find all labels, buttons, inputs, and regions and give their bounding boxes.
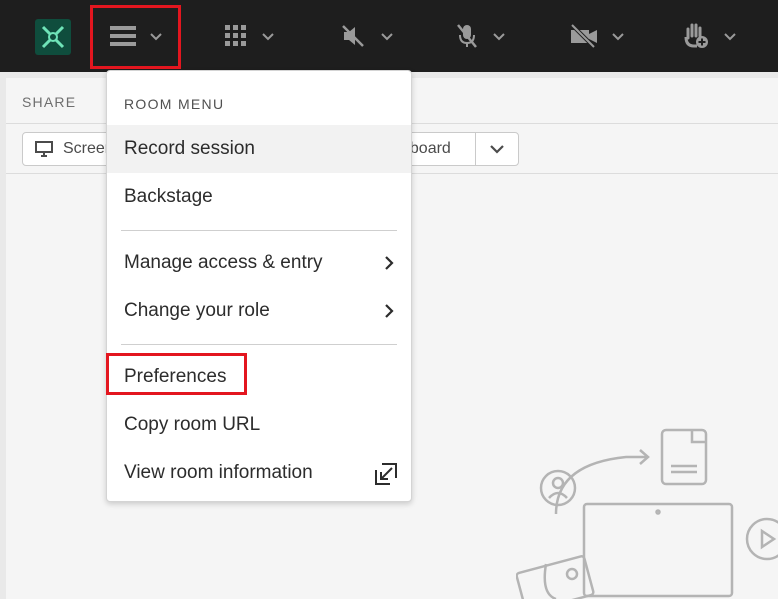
menu-item-label: Change your role bbox=[124, 300, 270, 321]
room-menu-button-highlight bbox=[90, 5, 181, 69]
raise-hand-button[interactable] bbox=[682, 13, 738, 59]
speaker-button[interactable] bbox=[341, 13, 395, 59]
mic-muted-icon bbox=[457, 24, 477, 48]
chevron-down-icon bbox=[262, 33, 274, 41]
microphone-button[interactable] bbox=[455, 13, 507, 59]
menu-item-view-room-info[interactable]: View room information bbox=[107, 449, 411, 497]
chevron-down-icon[interactable] bbox=[489, 141, 505, 157]
chevron-right-icon bbox=[385, 256, 394, 270]
menu-item-label: Record session bbox=[124, 138, 255, 159]
open-external-icon bbox=[375, 463, 397, 485]
menu-item-label: Backstage bbox=[124, 186, 213, 207]
raise-hand-icon bbox=[684, 23, 708, 48]
chevron-right-icon bbox=[385, 304, 394, 318]
menu-item-manage-access[interactable]: Manage access & entry bbox=[107, 239, 411, 287]
monitor-icon bbox=[35, 141, 53, 157]
layouts-button[interactable] bbox=[224, 13, 276, 59]
button-divider bbox=[475, 133, 476, 165]
menu-separator bbox=[121, 344, 397, 345]
menu-item-label: Copy room URL bbox=[124, 414, 261, 435]
chevron-down-icon bbox=[381, 33, 393, 41]
menu-item-change-role[interactable]: Change your role bbox=[107, 287, 411, 335]
share-illustration-icon bbox=[516, 428, 778, 599]
app-logo-icon[interactable] bbox=[35, 19, 71, 55]
chevron-down-icon bbox=[493, 33, 505, 41]
menu-item-copy-room-url[interactable]: Copy room URL bbox=[107, 401, 411, 449]
camera-off-icon bbox=[570, 24, 597, 48]
camera-button[interactable] bbox=[570, 13, 626, 59]
grid-icon bbox=[225, 25, 246, 46]
menu-item-label: Manage access & entry bbox=[124, 252, 323, 273]
menu-item-record-session[interactable]: Record session bbox=[107, 125, 411, 173]
menu-item-backstage[interactable]: Backstage bbox=[107, 173, 411, 221]
speaker-muted-icon bbox=[342, 25, 364, 47]
room-menu-dropdown: ROOM MENU Record session Backstage Manag… bbox=[106, 70, 412, 502]
room-menu-heading: ROOM MENU bbox=[124, 96, 225, 112]
preferences-highlight bbox=[106, 353, 247, 395]
menu-separator bbox=[121, 230, 397, 231]
share-pod-title: SHARE bbox=[22, 94, 77, 110]
chevron-down-icon bbox=[724, 33, 736, 41]
chevron-down-icon bbox=[612, 33, 624, 41]
menu-item-label: View room information bbox=[124, 462, 313, 483]
